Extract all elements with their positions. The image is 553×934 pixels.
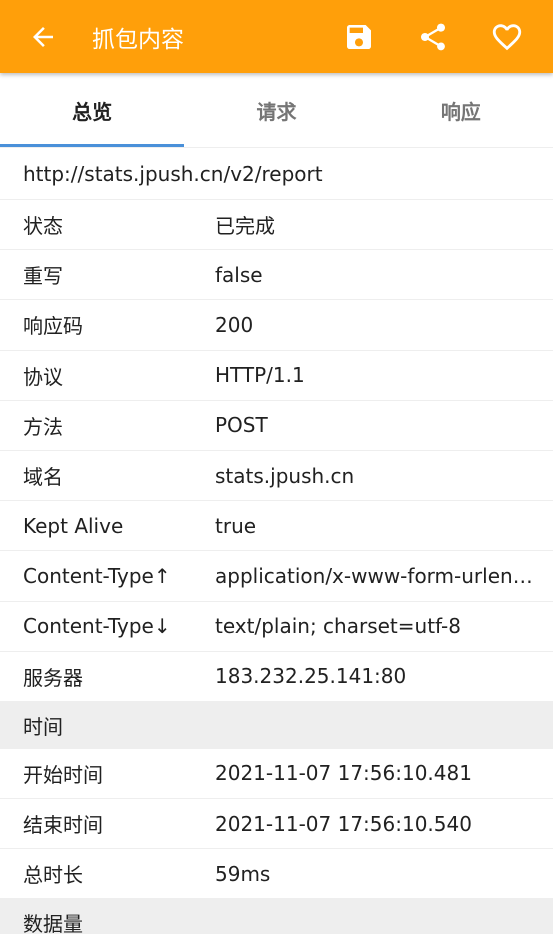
- detail-value: POST: [215, 413, 268, 438]
- detail-key: 方法: [23, 414, 63, 439]
- arrow-back-icon: [28, 22, 58, 52]
- detail-key: Kept Alive: [23, 513, 124, 538]
- section-header-time: 时间: [0, 701, 553, 749]
- tab-overview[interactable]: 总览: [0, 73, 185, 147]
- heart-icon: [490, 20, 524, 54]
- tab-request[interactable]: 请求: [184, 73, 368, 147]
- detail-key: 结束时间: [23, 813, 103, 838]
- request-url: http://stats.jpush.cn/v2/report: [0, 148, 553, 200]
- overview-list: 状态 已完成 重写 false 响应码 200 协议 HTTP/1.1 方法 POST 域…: [0, 200, 553, 702]
- detail-value: application/x-www-form-urlencoded: [215, 563, 553, 588]
- detail-row: 状态 已完成: [0, 200, 553, 251]
- detail-value: 59ms: [215, 861, 271, 886]
- detail-key: 协议: [23, 364, 63, 389]
- detail-value: 已完成: [215, 214, 275, 239]
- share-icon: [417, 21, 449, 53]
- tab-response[interactable]: 响应: [369, 73, 553, 147]
- detail-value: 2021-11-07 17:56:10.540: [215, 811, 472, 836]
- detail-key: Content-Type↓: [23, 614, 171, 639]
- save-button[interactable]: [337, 15, 381, 59]
- detail-row: Kept Alive true: [0, 501, 553, 552]
- section-header-data-size: 数据量: [0, 899, 553, 934]
- detail-row: 重写 false: [0, 250, 553, 301]
- detail-value: text/plain; charset=utf-8: [215, 614, 461, 639]
- detail-row: 方法 POST: [0, 401, 553, 451]
- detail-row: 响应码 200: [0, 300, 553, 351]
- detail-key: 开始时间: [23, 762, 103, 787]
- detail-value: true: [215, 513, 257, 538]
- detail-row: 域名 stats.jpush.cn: [0, 451, 553, 502]
- detail-value: 200: [215, 312, 254, 337]
- time-list: 开始时间 2021-11-07 17:56:10.481 结束时间 2021-11-…: [0, 749, 553, 900]
- detail-row: 开始时间 2021-11-07 17:56:10.481: [0, 749, 553, 800]
- detail-value: 2021-11-07 17:56:10.481: [215, 761, 472, 786]
- tab-bar: 总览 请求 响应: [0, 73, 553, 148]
- detail-key: 服务器: [23, 665, 83, 690]
- detail-value: 183.232.25.141:80: [215, 664, 407, 689]
- detail-key: 状态: [23, 214, 63, 239]
- detail-value: stats.jpush.cn: [215, 463, 355, 488]
- page-title: 抓包内容: [92, 26, 184, 53]
- detail-key: Content-Type↑: [23, 563, 171, 588]
- favorite-button[interactable]: [485, 15, 529, 59]
- detail-row: 协议 HTTP/1.1: [0, 351, 553, 401]
- detail-key: 重写: [23, 264, 63, 289]
- detail-row: Content-Type↓ text/plain; charset=utf-8: [0, 602, 553, 652]
- detail-row: 服务器 183.232.25.141:80: [0, 652, 553, 702]
- app-bar: 抓包内容: [0, 0, 553, 73]
- detail-value: HTTP/1.1: [215, 363, 305, 388]
- save-icon: [343, 21, 375, 53]
- detail-row: 结束时间 2021-11-07 17:56:10.540: [0, 799, 553, 850]
- detail-row: Content-Type↑ application/x-www-form-urle…: [0, 551, 553, 602]
- detail-key: 响应码: [23, 314, 83, 339]
- detail-key: 域名: [23, 465, 63, 490]
- detail-row: 总时长 59ms: [0, 849, 553, 900]
- share-button[interactable]: [411, 15, 455, 59]
- detail-key: 总时长: [23, 863, 83, 888]
- back-button[interactable]: [22, 16, 64, 58]
- detail-value: false: [215, 262, 263, 287]
